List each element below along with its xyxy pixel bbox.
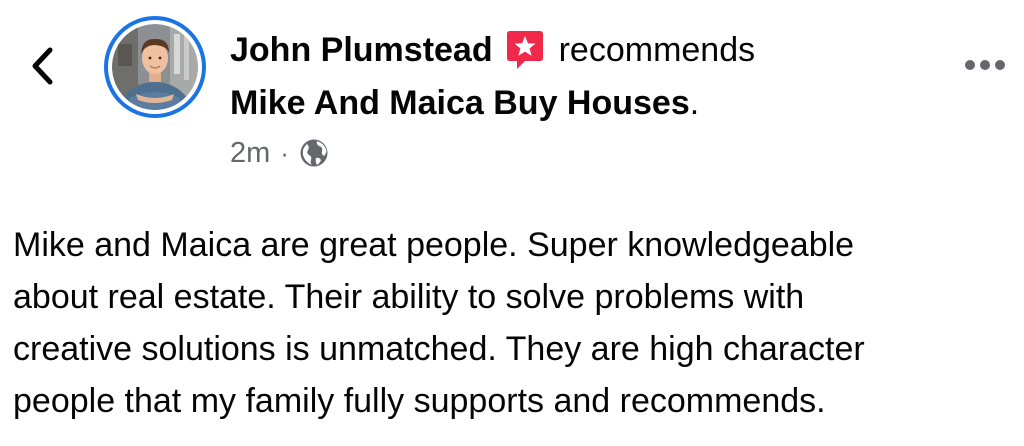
avatar-photo xyxy=(112,24,198,110)
post-body-line: about real estate. Their ability to solv… xyxy=(13,278,805,316)
recommend-star-badge-icon xyxy=(506,31,543,69)
post-body-line: creative solutions is unmatched. They ar… xyxy=(13,330,865,368)
post-body-line: Mike and Maica are great people. Super k… xyxy=(13,226,855,264)
author-name[interactable]: John Plumstead xyxy=(230,31,493,70)
author-avatar[interactable] xyxy=(104,16,206,118)
post-body-text: Mike and Maica are great people. Super k… xyxy=(13,219,1018,427)
post-timestamp[interactable]: 2m xyxy=(230,137,270,170)
recommends-label: recommends xyxy=(558,30,756,69)
more-horizontal-icon xyxy=(965,60,1005,70)
post-meta: 2m · xyxy=(230,133,329,173)
recommended-page-line: Mike And Maica Buy Houses. xyxy=(230,80,699,126)
post-body-line: people that my family fully supports and… xyxy=(13,382,826,420)
recommendation-post: John Plumstead recommends Mike And Maica… xyxy=(0,0,1024,446)
chevron-left-icon xyxy=(32,47,53,85)
globe-icon xyxy=(300,139,328,167)
meta-separator: · xyxy=(280,137,289,168)
post-header-line: John Plumstead recommends xyxy=(230,27,755,73)
more-options-button[interactable] xyxy=(960,50,1010,80)
page-name-period: . xyxy=(689,83,700,122)
recommended-page-name[interactable]: Mike And Maica Buy Houses xyxy=(230,84,690,123)
back-button[interactable] xyxy=(22,44,62,88)
